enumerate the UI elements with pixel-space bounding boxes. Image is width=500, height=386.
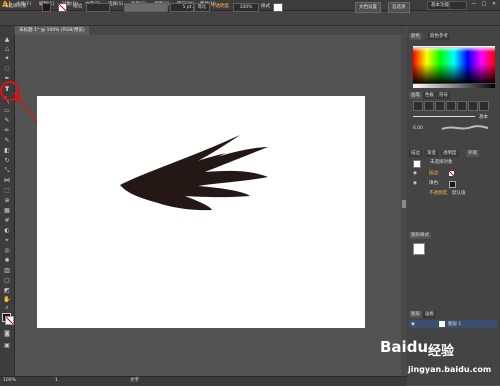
appearance-fill-swatch[interactable] [449, 181, 456, 188]
appearance-thumbnail [413, 160, 421, 168]
layer-name[interactable]: 图层 1 [448, 321, 461, 328]
brush-dot-small[interactable] [413, 101, 423, 111]
appearance-header: 未选择对象 [430, 160, 453, 165]
grayscale-ramp[interactable] [413, 84, 495, 88]
layer-eye-icon[interactable]: ◉ [411, 321, 415, 328]
tab-artboards[interactable]: 画板 [423, 311, 436, 318]
current-tool-name: 文字 [130, 378, 139, 383]
layer-thumbnail [439, 321, 445, 327]
default-graphic-style[interactable] [413, 243, 425, 255]
tab-color-guide[interactable]: 颜色参考 [428, 33, 450, 40]
tab-transparency[interactable]: 透明度 [441, 150, 459, 157]
brush-dot-medium[interactable] [424, 101, 434, 111]
appearance-stroke-swatch[interactable] [449, 171, 454, 176]
basic-brush-label: 基本 [479, 115, 488, 120]
tab-appearance[interactable]: 外观 [466, 150, 479, 157]
tab-stroke[interactable]: 描边 [409, 150, 422, 157]
brush-dot-4[interactable] [446, 101, 456, 111]
eye-icon[interactable]: ◉ [413, 180, 417, 187]
watermark-brand: Baidu [380, 338, 429, 356]
watermark-url: jingyan.baidu.com [408, 365, 492, 374]
scrollbar-thumb[interactable] [402, 200, 406, 208]
tab-layers[interactable]: 图层 [409, 311, 422, 318]
color-spectrum[interactable] [413, 48, 495, 83]
brush-dot-5[interactable] [457, 101, 467, 111]
eye-icon[interactable]: ◉ [413, 170, 417, 177]
basic-brush-line[interactable] [413, 116, 475, 117]
tab-symbols[interactable]: 符号 [437, 92, 450, 99]
appearance-opacity-value: 默认值 [452, 191, 466, 196]
tab-brushes[interactable]: 画笔 [409, 92, 422, 99]
brush-dot-7[interactable] [479, 101, 489, 111]
watermark-suffix: 经验 [428, 344, 455, 359]
tab-graphic-styles[interactable]: 图形样式 [409, 232, 431, 239]
brush-dot-6[interactable] [468, 101, 478, 111]
zoom-level[interactable]: 100% [3, 377, 16, 384]
tab-color[interactable]: 颜色 [409, 33, 422, 40]
brush-dot-large[interactable] [435, 101, 445, 111]
appearance-fill-row[interactable]: 填色: [429, 180, 440, 187]
calligraphic-brush-preview[interactable] [440, 124, 490, 132]
appearance-opacity-row[interactable]: 不透明度: [429, 190, 449, 197]
tab-gradient[interactable]: 渐变 [425, 150, 438, 157]
artboard-number[interactable]: 1 [55, 377, 58, 384]
color-spectrum-highlight [413, 46, 495, 52]
tab-swatches[interactable]: 色板 [423, 92, 436, 99]
appearance-stroke-row[interactable]: 描边: [429, 170, 440, 177]
brush-size-value: 6.00 [413, 126, 424, 131]
